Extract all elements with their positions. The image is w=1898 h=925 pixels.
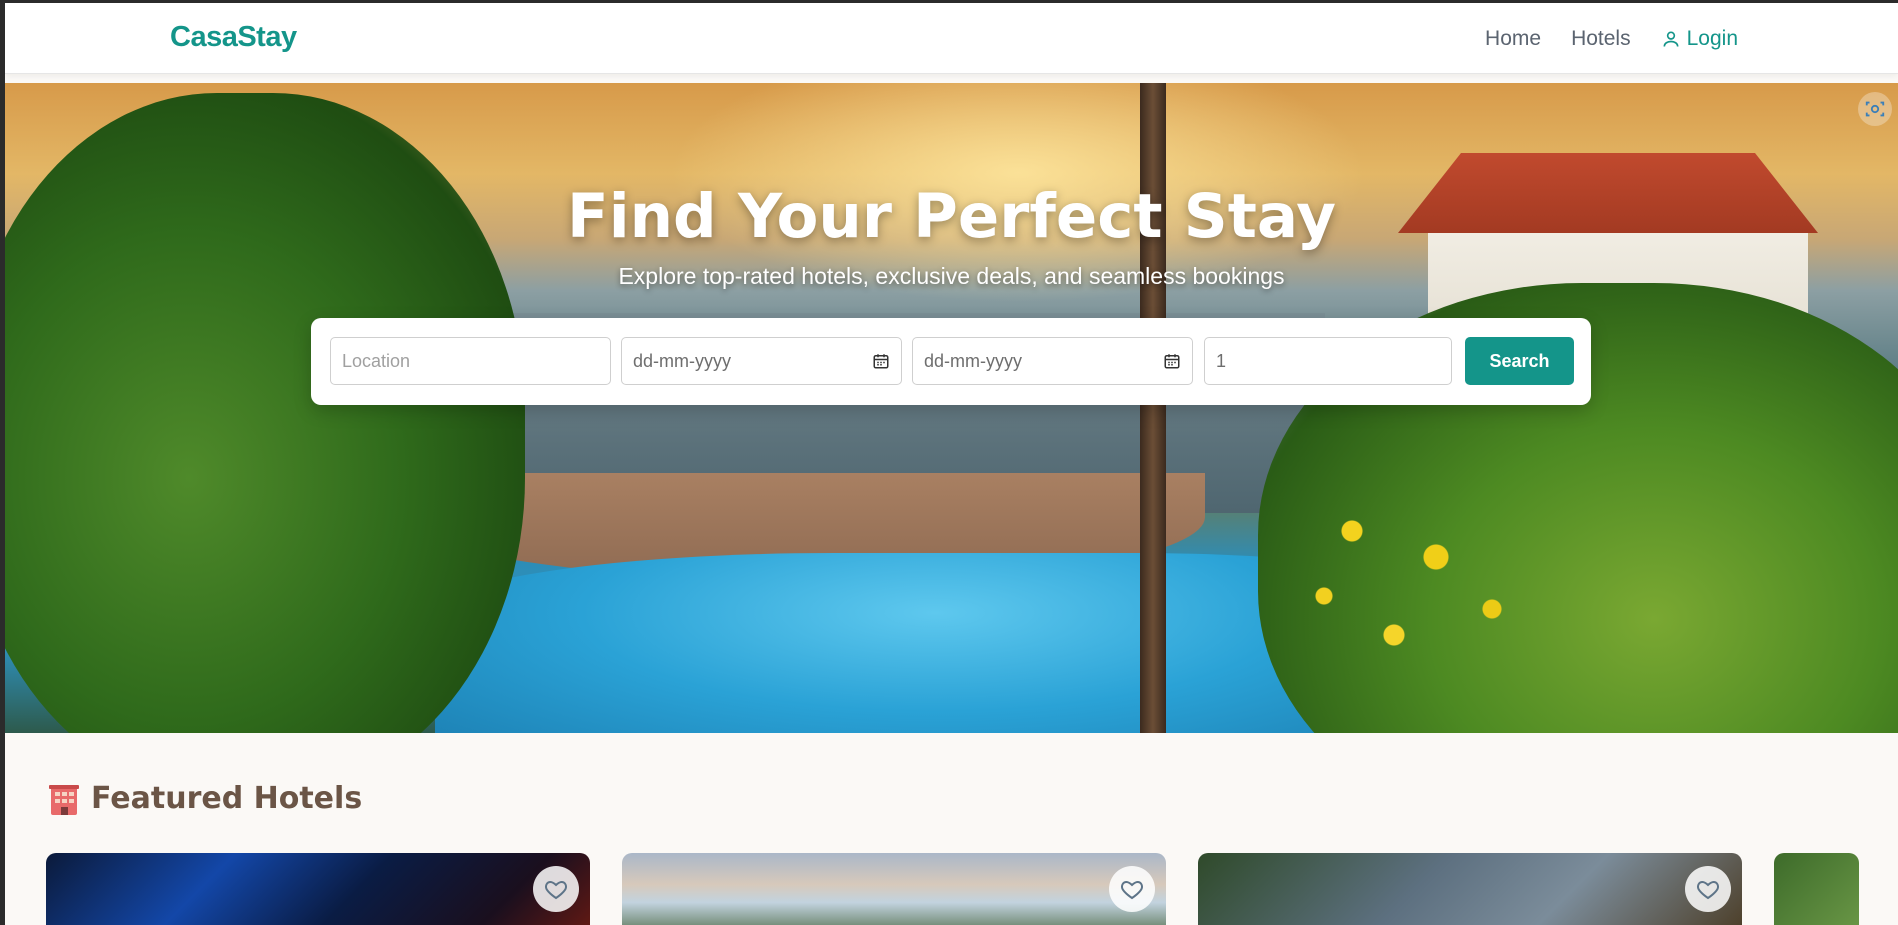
checkin-placeholder: dd-mm-yyyy [633, 350, 731, 371]
hero-banner: Find Your Perfect Stay Explore top-rated… [5, 83, 1898, 733]
hotel-icon [49, 784, 79, 815]
screenshot-button[interactable] [1858, 92, 1892, 126]
favorite-button[interactable] [1685, 866, 1731, 912]
hotel-card[interactable] [622, 853, 1166, 925]
calendar-icon[interactable] [872, 352, 890, 370]
login-label: Login [1686, 27, 1738, 50]
nav-hotels-link[interactable]: Hotels [1571, 27, 1631, 51]
app-frame: CasaStay Home Hotels Login Find Your Per… [5, 3, 1898, 925]
heart-icon [545, 880, 567, 900]
featured-title: Featured Hotels [91, 781, 363, 816]
brand-logo[interactable]: CasaStay [170, 21, 297, 54]
heart-icon [1121, 880, 1143, 900]
guests-input[interactable]: 1 [1204, 337, 1452, 385]
search-panel: Location dd-mm-yyyy dd-mm-yyyy 1 Search [311, 318, 1591, 405]
checkout-placeholder: dd-mm-yyyy [924, 350, 1022, 371]
user-icon [1663, 31, 1679, 47]
hotel-card[interactable] [1198, 853, 1742, 925]
hero-subtitle: Explore top-rated hotels, exclusive deal… [618, 263, 1285, 289]
hotel-card[interactable] [1774, 853, 1859, 925]
search-button[interactable]: Search [1465, 337, 1574, 385]
hero-title: Find Your Perfect Stay [567, 181, 1336, 252]
main-nav: Home Hotels Login [1485, 27, 1738, 51]
heart-icon [1697, 880, 1719, 900]
nav-home-link[interactable]: Home [1485, 27, 1541, 51]
checkout-date-input[interactable]: dd-mm-yyyy [912, 337, 1193, 385]
checkin-date-input[interactable]: dd-mm-yyyy [621, 337, 902, 385]
nav-login-link[interactable]: Login [1661, 27, 1738, 51]
camera-scan-icon [1865, 101, 1885, 117]
hotel-card[interactable] [46, 853, 590, 925]
top-navbar: CasaStay Home Hotels Login [5, 3, 1898, 74]
calendar-icon[interactable] [1163, 352, 1181, 370]
location-input[interactable]: Location [330, 337, 611, 385]
hero-flowers [1268, 453, 1548, 713]
featured-heading: Featured Hotels [49, 781, 362, 816]
favorite-button[interactable] [533, 866, 579, 912]
favorite-button[interactable] [1109, 866, 1155, 912]
